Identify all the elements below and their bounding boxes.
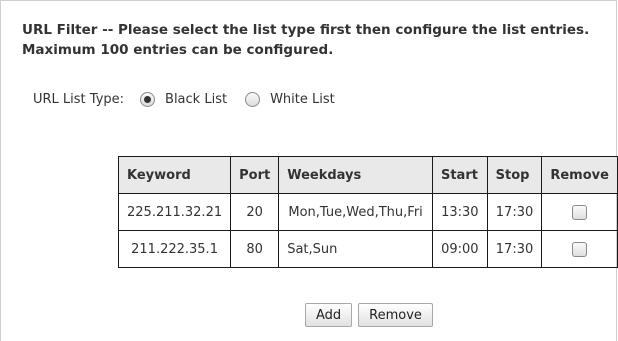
cell-remove	[541, 230, 618, 268]
action-buttons: Add Remove	[305, 303, 433, 327]
white-list-label: White List	[270, 92, 335, 107]
description-line-2: Maximum 100 entries can be configured.	[22, 42, 334, 58]
black-list-radio[interactable]	[140, 92, 156, 107]
cell-weekdays: Sat,Sun	[278, 230, 433, 268]
cell-remove	[541, 193, 618, 231]
description-line-1: URL Filter -- Please select the list typ…	[22, 22, 590, 38]
cell-stop: 17:30	[486, 193, 543, 231]
url-filter-table: Keyword Port Weekdays Start Stop Remove …	[117, 156, 618, 268]
column-header-keyword: Keyword	[117, 156, 232, 194]
cell-start: 09:00	[431, 230, 488, 268]
column-header-remove: Remove	[541, 156, 618, 194]
add-button[interactable]: Add	[305, 303, 353, 327]
cell-weekdays: Mon,Tue,Wed,Thu,Fri	[278, 193, 433, 231]
column-header-start: Start	[431, 156, 488, 194]
white-list-radio[interactable]	[245, 92, 261, 107]
remove-button[interactable]: Remove	[358, 303, 433, 327]
column-header-weekdays: Weekdays	[278, 156, 433, 194]
cell-keyword: 211.222.35.1	[117, 230, 232, 268]
cell-port: 20	[230, 193, 280, 231]
url-list-type-group: URL List Type: Black List White List	[33, 92, 353, 107]
cell-start: 13:30	[431, 193, 488, 231]
table-row: 225.211.32.21 20 Mon,Tue,Wed,Thu,Fri 13:…	[117, 193, 618, 231]
url-list-type-label: URL List Type:	[33, 92, 125, 107]
remove-checkbox[interactable]	[572, 204, 588, 220]
remove-checkbox[interactable]	[572, 241, 588, 257]
cell-stop: 17:30	[486, 230, 543, 268]
black-list-label: Black List	[165, 92, 228, 107]
table-row: 211.222.35.1 80 Sat,Sun 09:00 17:30	[117, 230, 618, 268]
table-header-row: Keyword Port Weekdays Start Stop Remove	[117, 156, 618, 194]
cell-port: 80	[230, 230, 280, 268]
column-header-port: Port	[230, 156, 280, 194]
page-description: URL Filter -- Please select the list typ…	[22, 20, 602, 60]
cell-keyword: 225.211.32.21	[117, 193, 232, 231]
column-header-stop: Stop	[486, 156, 543, 194]
